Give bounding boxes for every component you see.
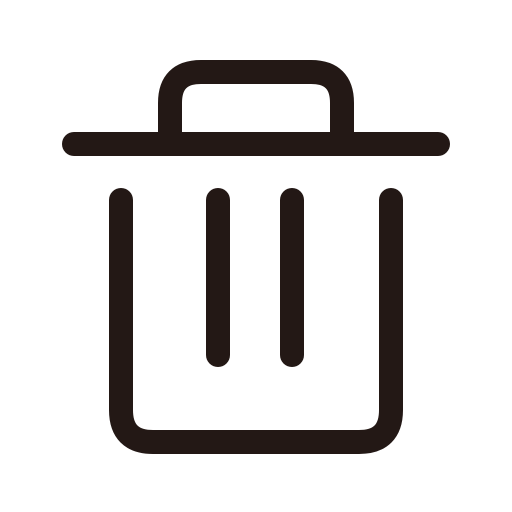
trash-icon-container[interactable] — [0, 0, 512, 512]
trash-can-body — [109, 188, 403, 454]
trash-icon[interactable] — [0, 0, 512, 512]
